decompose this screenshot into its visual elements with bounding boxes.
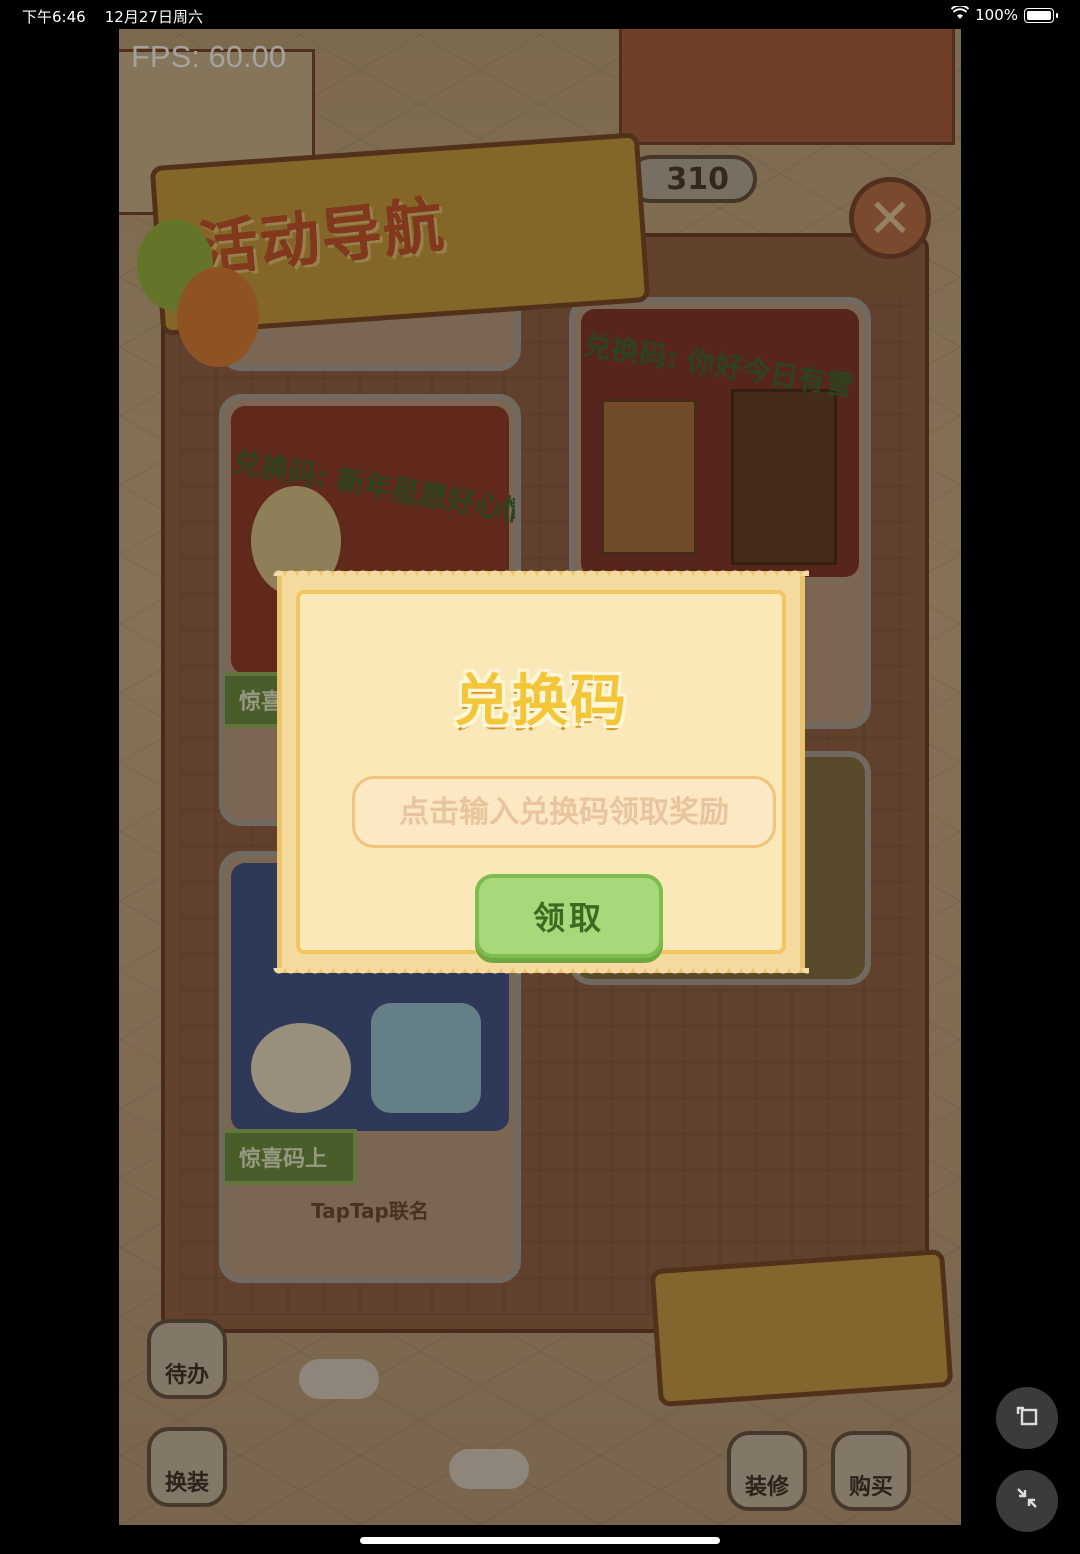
rotate-button[interactable] [996, 1387, 1058, 1449]
status-time: 下午6:46 [22, 8, 86, 26]
redeem-code-input[interactable] [352, 776, 776, 848]
claim-button[interactable]: 领取 [475, 874, 663, 958]
collapse-button[interactable] [996, 1470, 1058, 1532]
battery-tip [1056, 12, 1058, 18]
status-time-date: 下午6:46 12月27日周六 [22, 6, 203, 27]
redeem-dialog: 兑换码 领取 [273, 566, 809, 978]
wifi-icon [950, 4, 970, 24]
status-date: 12月27日周六 [104, 8, 203, 26]
rotate-icon [1012, 1400, 1042, 1437]
status-right: 100% [950, 4, 1058, 24]
home-indicator[interactable] [360, 1537, 720, 1544]
dialog-body: 兑换码 领取 [296, 590, 786, 958]
status-bar: 下午6:46 12月27日周六 100% [0, 0, 1080, 30]
collapse-icon [1012, 1483, 1042, 1520]
claim-label: 领取 [532, 899, 605, 937]
battery-percent: 100% [975, 6, 1018, 24]
game-view[interactable]: FPS: 60.00 310 兑换码: 你好今日有雪 兑换码: 新年星愿好心情 … [119, 29, 961, 1525]
dialog-title: 兑换码 [454, 669, 628, 734]
battery-icon [1024, 7, 1054, 23]
